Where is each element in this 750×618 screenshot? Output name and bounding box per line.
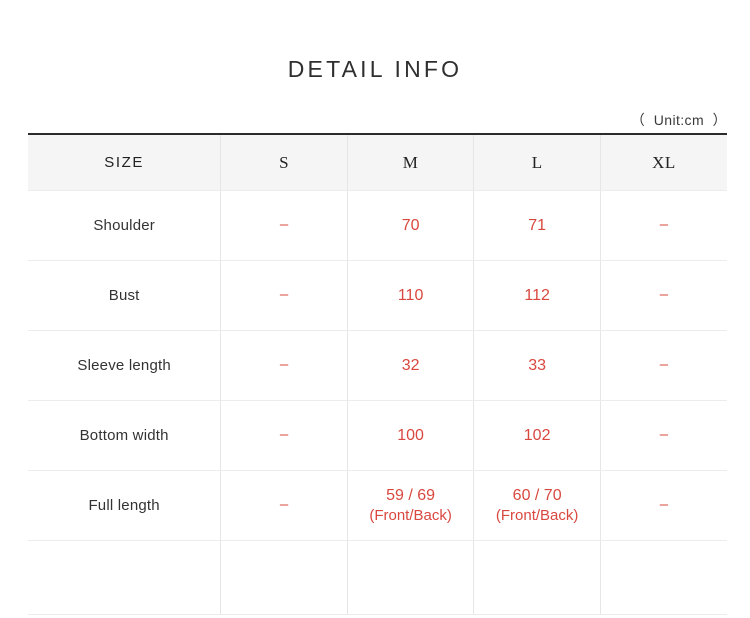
cell-xl: – (600, 400, 727, 471)
column-header-s: S (220, 135, 348, 191)
cell-s: – (220, 190, 348, 261)
cell-m: 59 / 69 (Front/Back) (347, 470, 475, 541)
cell-m-main: 59 / 69 (386, 486, 436, 504)
row-label (28, 540, 222, 615)
cell-m-sub: (Front/Back) (369, 507, 452, 525)
row-label: Bottom width (28, 400, 222, 471)
row-label: Full length (28, 470, 222, 541)
cell-m: 32 (347, 330, 475, 401)
table-row: Full length – 59 / 69 (Front/Back) 60 / … (28, 470, 727, 541)
size-table: SIZE S M L XL Shoulder – 70 71 – Bust – … (28, 135, 727, 615)
cell-l (473, 540, 601, 615)
detail-info-page: DETAIL INFO （ Unit:cm ） SIZE S M L XL Sh… (0, 0, 750, 618)
table-row: Bottom width – 100 102 – (28, 400, 727, 471)
cell-s: – (220, 260, 348, 331)
cell-s: – (220, 330, 348, 401)
table-row: Sleeve length – 32 33 – (28, 330, 727, 401)
cell-xl: – (600, 190, 727, 261)
cell-l: 71 (473, 190, 601, 261)
cell-m: 100 (347, 400, 475, 471)
cell-l-sub: (Front/Back) (495, 507, 579, 525)
unit-note: （ Unit:cm ） (630, 112, 727, 128)
cell-xl: – (600, 260, 727, 331)
cell-l-main: 60 / 70 (512, 486, 562, 504)
table-row (28, 540, 727, 615)
cell-s: – (220, 470, 348, 541)
cell-xl (600, 540, 727, 615)
table-row: Bust – 110 112 – (28, 260, 727, 331)
cell-s: – (220, 400, 348, 471)
cell-xl: – (600, 330, 727, 401)
cell-xl: – (600, 470, 727, 541)
cell-l: 60 / 70 (Front/Back) (473, 470, 601, 541)
size-table-body: Shoulder – 70 71 – Bust – 110 112 – Slee… (28, 190, 727, 615)
header-row: SIZE S M L XL (28, 135, 727, 191)
row-label: Shoulder (28, 190, 222, 261)
row-label: Sleeve length (28, 330, 222, 401)
cell-l: 33 (473, 330, 601, 401)
column-header-xl: XL (600, 135, 727, 191)
cell-l: 112 (473, 260, 601, 331)
cell-m: 110 (347, 260, 475, 331)
page-title: DETAIL INFO (287, 56, 463, 82)
column-header-l: L (473, 135, 601, 191)
size-table-container: SIZE S M L XL Shoulder – 70 71 – Bust – … (28, 133, 727, 615)
row-label: Bust (28, 260, 222, 331)
column-header-size: SIZE (28, 135, 222, 191)
cell-s (220, 540, 348, 615)
column-header-m: M (347, 135, 475, 191)
cell-m: 70 (347, 190, 475, 261)
cell-l: 102 (473, 400, 601, 471)
cell-m (347, 540, 475, 615)
table-row: Shoulder – 70 71 – (28, 190, 727, 261)
size-table-header: SIZE S M L XL (28, 135, 727, 191)
